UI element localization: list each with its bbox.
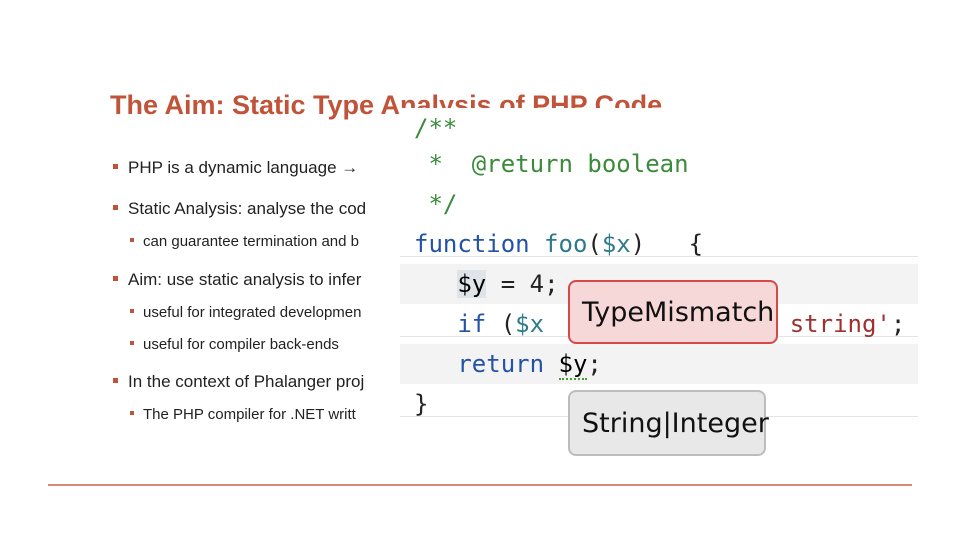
code-line: return $y; (400, 344, 918, 384)
bullet-marker (130, 238, 134, 243)
code-token: ) { (630, 230, 704, 258)
code-token: * @return boolean (414, 150, 689, 178)
sub-bullet-text: useful for compiler back-ends (143, 336, 339, 353)
bullet-item: PHP is a dynamic language → (113, 158, 358, 178)
code-line: function foo($x) { (400, 224, 918, 264)
bullet-marker (113, 164, 118, 170)
code-token: function (414, 230, 530, 258)
sub-bullet-text: useful for integrated developmen (143, 304, 362, 321)
sub-bullet-item: useful for integrated developmen (130, 304, 361, 321)
code-token: $y (457, 270, 487, 298)
sub-bullet-text: can guarantee termination and b (143, 233, 359, 250)
code-token: = (486, 270, 530, 298)
code-token: ( (486, 310, 516, 338)
code-line: /** (400, 108, 918, 148)
code-line: */ (400, 184, 918, 224)
code-token: /** (414, 114, 458, 142)
bullet-item: Aim: use static analysis to infer (113, 270, 361, 290)
code-token: ( (587, 230, 602, 258)
code-token: $x (515, 310, 545, 338)
code-screenshot: /** * @return boolean */function foo($x)… (400, 108, 918, 462)
code-token: ; (544, 270, 559, 298)
code-token: ; (587, 350, 602, 378)
bullet-text: Aim: use static analysis to infer (128, 270, 362, 289)
sub-bullet-item: can guarantee termination and b (130, 233, 359, 250)
bullet-marker (130, 309, 134, 314)
code-line: * @return boolean (400, 144, 918, 184)
bullet-marker (113, 276, 118, 282)
bullet-marker (130, 411, 134, 416)
sub-bullet-text: The PHP compiler for .NET writt (143, 406, 356, 423)
code-token: return (457, 350, 545, 378)
footer-divider (48, 484, 912, 486)
type-mismatch-tooltip: TypeMismatch (568, 280, 778, 344)
code-token: ; (890, 310, 906, 338)
slide: The Aim: Static Type Analysis of PHP Cod… (0, 0, 960, 540)
bullet-item: Static Analysis: analyse the cod (113, 199, 366, 219)
bullet-text: Static Analysis: analyse the cod (128, 199, 367, 218)
code-token: string' (789, 310, 891, 338)
inferred-type-tooltip: String|Integer (568, 390, 769, 456)
sub-bullet-item: The PHP compiler for .NET writt (130, 406, 356, 423)
code-token: $x (601, 230, 631, 258)
code-token: */ (414, 190, 458, 218)
sub-bullet-item: useful for compiler back-ends (130, 336, 339, 353)
bullet-marker (113, 205, 118, 211)
code-token: } (414, 390, 429, 418)
code-token: $y (558, 350, 588, 380)
bullet-marker (113, 378, 118, 384)
code-token: foo (544, 230, 588, 258)
code-token: if (457, 310, 487, 338)
bullet-item: In the context of Phalanger proj (113, 372, 364, 392)
code-token: 4 (529, 270, 545, 298)
bullet-text: In the context of Phalanger proj (128, 372, 365, 391)
bullet-marker (130, 341, 134, 346)
bullet-text: PHP is a dynamic language → (128, 158, 359, 177)
